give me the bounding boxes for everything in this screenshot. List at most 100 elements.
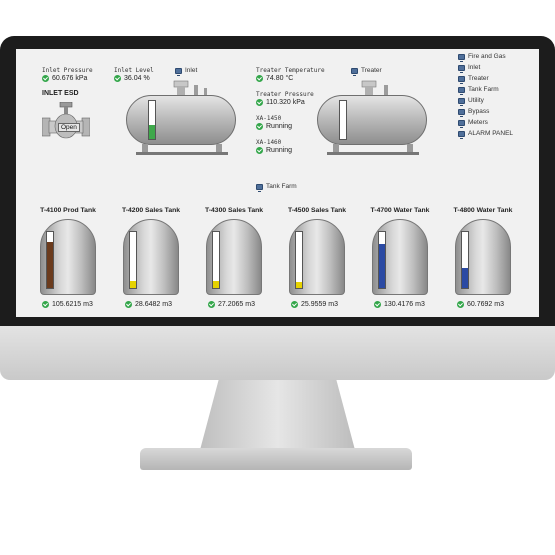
inlet-separator-vessel[interactable] xyxy=(126,95,236,145)
inlet-level-gauge xyxy=(148,100,156,140)
sidebar-item-label: Inlet xyxy=(468,64,481,71)
valve-icon xyxy=(41,101,91,139)
treater-vessel-body xyxy=(317,95,427,145)
sidebar-item-label: Meters xyxy=(468,119,488,126)
xa1460-label: XA-1460 xyxy=(256,139,282,146)
inlet-level-readout: Inlet Level 36.04 % xyxy=(114,67,154,82)
tank-level-gauge xyxy=(46,231,54,289)
storage-tank[interactable] xyxy=(206,219,262,295)
ok-status-icon xyxy=(42,75,49,82)
monitor-icon xyxy=(458,53,465,62)
tank-volume-value: 28.6482 m3 xyxy=(135,301,172,308)
xa1450-label: XA-1450 xyxy=(256,115,282,122)
ok-status-icon xyxy=(256,123,263,130)
monitor-icon xyxy=(458,119,465,128)
storage-tank[interactable] xyxy=(289,219,345,295)
tank-volume-readout: 130.4176 m3 xyxy=(374,301,425,308)
tank-farm-link[interactable]: Tank Farm xyxy=(256,183,297,192)
tank-label: T-4700 Water Tank xyxy=(370,207,430,214)
navigation-sidebar: Fire and Gas Inlet Treater Tank Farm Utility… xyxy=(458,53,513,141)
inlet-pressure-label: Inlet Pressure xyxy=(42,67,93,74)
tank-level-gauge xyxy=(378,231,386,289)
inlet-pressure-readout: Inlet Pressure 60.676 kPa xyxy=(42,67,93,82)
inlet-esd-title: INLET ESD xyxy=(42,90,79,97)
monitor-icon xyxy=(458,86,465,95)
sidebar-item-utility[interactable]: Utility xyxy=(458,97,513,106)
treater-vessel-link[interactable]: Treater xyxy=(351,67,382,76)
treater-vessel[interactable] xyxy=(317,95,427,145)
sidebar-item-label: Bypass xyxy=(468,108,490,115)
ok-status-icon xyxy=(291,301,298,308)
ok-status-icon xyxy=(114,75,121,82)
treater-temperature-value: 74.80 °C xyxy=(266,75,294,82)
tank-level-gauge xyxy=(461,231,469,289)
ok-status-icon xyxy=(256,99,263,106)
storage-tank[interactable] xyxy=(40,219,96,295)
monitor-icon xyxy=(256,183,263,192)
tank-label: T-4300 Sales Tank xyxy=(204,207,264,214)
monitor-icon xyxy=(175,67,182,76)
tank-level-gauge xyxy=(129,231,137,289)
tank-level-fill xyxy=(462,268,468,288)
sidebar-item-tank-farm[interactable]: Tank Farm xyxy=(458,86,513,95)
monitor-icon xyxy=(351,67,358,76)
inlet-level-label: Inlet Level xyxy=(114,67,154,74)
tank-label: T-4200 Sales Tank xyxy=(121,207,181,214)
xa1450-value: Running xyxy=(266,123,293,130)
monitor-icon xyxy=(458,130,465,139)
ok-status-icon xyxy=(256,75,263,82)
scada-screen: Inlet Pressure 60.676 kPa Inlet Level 36… xyxy=(16,49,539,317)
treater-temperature-readout: Treater Temperature 74.80 °C xyxy=(256,67,325,82)
inlet-pressure-value: 60.676 kPa xyxy=(52,75,88,82)
sidebar-item-fire-and-gas[interactable]: Fire and Gas xyxy=(458,53,513,62)
treater-vessel-link-label: Treater xyxy=(361,67,382,74)
ok-status-icon xyxy=(457,301,464,308)
monitor-stand-neck xyxy=(200,380,355,450)
sidebar-item-label: Tank Farm xyxy=(468,86,499,93)
tank-volume-readout: 27.2065 m3 xyxy=(208,301,255,308)
tank-volume-value: 25.9559 m3 xyxy=(301,301,338,308)
tank-level-fill xyxy=(213,281,219,288)
sidebar-item-meters[interactable]: Meters xyxy=(458,119,513,128)
ok-status-icon xyxy=(208,301,215,308)
monitor-icon xyxy=(458,75,465,84)
sidebar-item-label: Utility xyxy=(468,97,484,104)
tank-level-fill xyxy=(296,281,302,288)
sidebar-item-alarm-panel[interactable]: ALARM PANEL xyxy=(458,130,514,139)
xa1460-value: Running xyxy=(266,147,293,154)
inlet-esd-valve[interactable]: Open xyxy=(41,101,91,147)
treater-vessel-supports xyxy=(327,144,419,155)
tank-label: T-4500 Sales Tank xyxy=(287,207,347,214)
tank-volume-value: 130.4176 m3 xyxy=(384,301,425,308)
tank-volume-readout: 105.6215 m3 xyxy=(42,301,93,308)
monitor-icon xyxy=(458,108,465,117)
tank-level-gauge xyxy=(295,231,303,289)
xa1450-readout: XA-1450 Running xyxy=(256,115,292,130)
tank-level-fill xyxy=(47,242,53,288)
ok-status-icon xyxy=(374,301,381,308)
storage-tank[interactable] xyxy=(372,219,428,295)
tank-farm-link-label: Tank Farm xyxy=(266,183,297,190)
tank-volume-readout: 60.7692 m3 xyxy=(457,301,504,308)
sidebar-item-label: ALARM PANEL xyxy=(468,130,514,137)
storage-tank[interactable] xyxy=(123,219,179,295)
monitor-chin xyxy=(0,326,555,380)
tank-volume-readout: 25.9559 m3 xyxy=(291,301,338,308)
valve-state-label: Open xyxy=(58,123,80,132)
tank-level-fill xyxy=(130,281,136,288)
inlet-vessel-supports xyxy=(136,144,228,155)
inlet-level-value: 36.04 % xyxy=(124,75,150,82)
ok-status-icon xyxy=(42,301,49,308)
tank-level-gauge xyxy=(212,231,220,289)
sidebar-item-bypass[interactable]: Bypass xyxy=(458,108,513,117)
storage-tank[interactable] xyxy=(455,219,511,295)
tank-label: T-4800 Water Tank xyxy=(453,207,513,214)
sidebar-item-treater[interactable]: Treater xyxy=(458,75,513,84)
ok-status-icon xyxy=(125,301,132,308)
inlet-vessel-link-label: Inlet xyxy=(185,67,198,74)
sidebar-item-label: Treater xyxy=(468,75,489,82)
sidebar-item-inlet[interactable]: Inlet xyxy=(458,64,513,73)
inlet-vessel-link[interactable]: Inlet xyxy=(175,67,198,76)
monitor-icon xyxy=(458,97,465,106)
sidebar-item-label: Fire and Gas xyxy=(468,53,506,60)
